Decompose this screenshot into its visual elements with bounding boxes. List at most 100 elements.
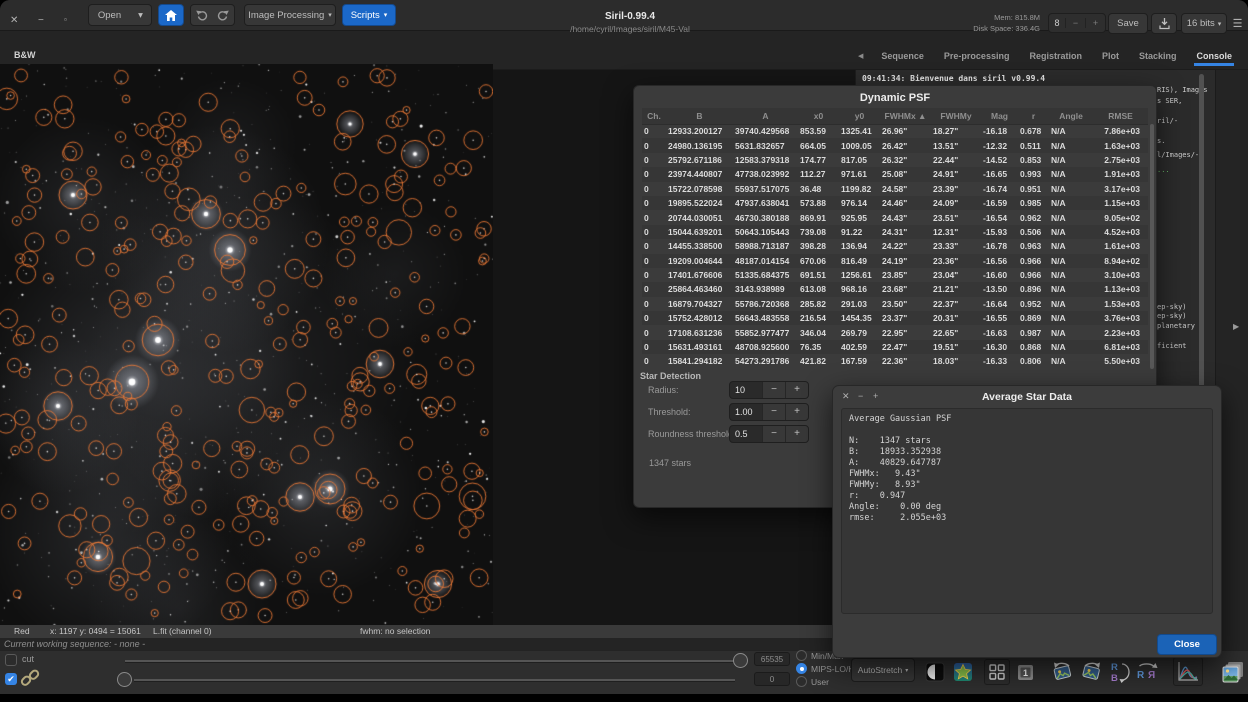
hi-slider[interactable] <box>125 660 735 663</box>
table-row[interactable]: 0 17108.631236 55852.977477 346.04 269.7… <box>642 325 1148 339</box>
table-row[interactable]: 0 12933.200127 39740.429568 853.59 1325.… <box>642 124 1148 138</box>
black-white-view-icon <box>925 662 945 682</box>
save-as-button[interactable] <box>1151 13 1177 34</box>
mirror-horizontal-button[interactable]: R Я <box>1134 658 1160 686</box>
threshold-spinbox[interactable]: 1.00 − + <box>729 403 809 421</box>
cell-x0: 670.06 <box>800 255 826 266</box>
column-header[interactable]: x0 <box>798 111 839 121</box>
window-close-icon[interactable]: ✕ <box>10 15 18 26</box>
window-maximize-icon[interactable]: ▫ <box>64 15 67 24</box>
threads-minus-button[interactable]: − <box>1065 18 1085 28</box>
psf-table-scrollbar[interactable] <box>1150 124 1154 369</box>
flip-vertical-button[interactable]: R B <box>1106 658 1132 686</box>
lo-value-box[interactable]: 0 <box>754 672 790 686</box>
cell-fwhmy: 18.27" <box>933 126 959 137</box>
tab-sequence[interactable]: Sequence <box>879 47 926 65</box>
tabs-scroll-left-icon[interactable]: ◀ <box>858 52 863 60</box>
column-header[interactable]: Mag <box>981 111 1018 121</box>
radius-minus-button[interactable]: − <box>762 382 785 398</box>
grid-view-button[interactable] <box>984 659 1010 685</box>
tab-stacking[interactable]: Stacking <box>1137 47 1179 65</box>
table-row[interactable]: 0 20744.030051 46730.380188 869.91 925.9… <box>642 210 1148 224</box>
tab-preprocessing[interactable]: Pre-processing <box>942 47 1012 65</box>
hi-value-box[interactable]: 65535 <box>754 652 790 666</box>
column-header[interactable]: B <box>666 111 733 121</box>
table-row[interactable]: 0 16879.704327 55786.720368 285.82 291.0… <box>642 297 1148 311</box>
table-row[interactable]: 0 23974.440807 47738.023992 112.27 971.6… <box>642 167 1148 182</box>
image-processing-button[interactable]: Image Processing ▾ <box>244 4 336 26</box>
single-view-button[interactable]: 1 <box>1013 659 1037 685</box>
tab-registration[interactable]: Registration <box>1027 47 1084 65</box>
tab-plot[interactable]: Plot <box>1100 47 1121 65</box>
close-button[interactable]: Close <box>1157 634 1217 655</box>
table-row[interactable]: 0 25864.463460 3143.938989 613.08 968.16… <box>642 282 1148 297</box>
histogram-button[interactable] <box>1173 657 1203 686</box>
column-header[interactable]: r <box>1018 111 1049 121</box>
table-row[interactable]: 0 19895.522024 47937.638041 573.88 976.1… <box>642 195 1148 211</box>
open-dropdown-button[interactable]: ▾ <box>130 4 152 26</box>
radius-plus-button[interactable]: + <box>785 382 808 398</box>
threads-plus-button[interactable]: + <box>1085 18 1105 28</box>
window-minimize-icon[interactable]: − <box>38 15 44 26</box>
roundness-plus-button[interactable]: + <box>785 426 808 442</box>
column-header[interactable]: FWHMy <box>931 111 981 121</box>
cell-b: 17108.631236 <box>668 327 723 338</box>
threshold-minus-button[interactable]: − <box>762 404 785 420</box>
rotate-ccw-button[interactable] <box>1050 658 1076 686</box>
column-header[interactable]: FWHMx ▲ <box>880 111 931 121</box>
autostretch-dropdown[interactable]: AutoStretch ▾ <box>851 658 915 682</box>
column-header[interactable]: RMSE <box>1093 111 1148 121</box>
starfield-image[interactable] <box>0 64 493 625</box>
radio-mips-lohi[interactable] <box>796 663 807 674</box>
open-button[interactable]: Open <box>88 4 131 26</box>
save-button[interactable]: Save <box>1108 13 1148 34</box>
table-row[interactable]: 0 14455.338500 58988.713187 398.28 136.9… <box>642 239 1148 253</box>
siril-window: ✕ − ▫ Open ▾ Image Processing ▾ Scripts … <box>0 0 1248 702</box>
negative-view-button[interactable] <box>923 659 947 685</box>
home-button[interactable] <box>158 4 184 26</box>
threads-stepper[interactable]: 8 − + <box>1048 13 1106 33</box>
tab-console[interactable]: Console <box>1194 47 1234 66</box>
table-row[interactable]: 0 15631.493161 48708.925600 76.35 402.59… <box>642 339 1148 355</box>
cell-x0: 36.48 <box>800 183 822 194</box>
cell-fwhmx: 24.31" <box>882 226 908 237</box>
threshold-plus-button[interactable]: + <box>785 404 808 420</box>
table-row[interactable]: 0 15841.294182 54273.291786 421.82 167.5… <box>642 354 1148 368</box>
column-header[interactable]: Ch. <box>642 111 666 121</box>
column-header[interactable]: A <box>733 111 798 121</box>
cell-fwhmy: 19.51" <box>933 342 959 353</box>
link-channels-icon[interactable] <box>19 667 41 694</box>
cell-a: 48708.925600 <box>735 342 790 353</box>
cell-fwhmx: 23.68" <box>882 284 908 295</box>
table-row[interactable]: 0 17401.676606 51335.684375 691.51 1256.… <box>642 268 1148 282</box>
expand-panel-icon[interactable]: ▶ <box>1233 322 1239 331</box>
table-row[interactable]: 0 19209.004644 48187.014154 670.06 816.4… <box>642 253 1148 268</box>
scripts-button[interactable]: Scripts ▾ <box>342 4 396 26</box>
rotate-cw-button[interactable] <box>1078 658 1104 686</box>
image-list-button[interactable] <box>1218 658 1246 686</box>
column-header[interactable]: Angle <box>1049 111 1093 121</box>
lo-slider-handle[interactable] <box>117 672 132 687</box>
undo-button[interactable] <box>190 4 213 26</box>
table-row[interactable]: 0 15044.639201 50643.105443 739.08 91.22… <box>642 224 1148 240</box>
star-detection-button[interactable] <box>951 659 975 685</box>
hi-slider-handle[interactable] <box>733 653 748 668</box>
table-row[interactable]: 0 25792.671186 12583.379318 174.77 817.0… <box>642 153 1148 167</box>
lo-slider[interactable] <box>134 679 735 682</box>
radius-spinbox[interactable]: 10 − + <box>729 381 809 399</box>
cell-y0: 817.05 <box>841 154 867 165</box>
window-title: Siril-0.99.4 <box>604 11 656 22</box>
bit-depth-dropdown[interactable]: 16 bits ▾ <box>1181 13 1227 34</box>
column-header[interactable]: y0 <box>839 111 880 121</box>
linked-checkbox[interactable]: ✔ <box>5 673 17 685</box>
cut-checkbox[interactable] <box>5 654 17 666</box>
roundness-minus-button[interactable]: − <box>762 426 785 442</box>
roundness-spinbox[interactable]: 0.5 − + <box>729 425 809 443</box>
radio-minmax[interactable] <box>796 650 807 661</box>
radio-user[interactable] <box>796 676 807 687</box>
table-row[interactable]: 0 15752.428012 56643.483558 216.54 1454.… <box>642 311 1148 326</box>
menu-button[interactable]: ☰ <box>1230 13 1245 34</box>
redo-button[interactable] <box>212 4 235 26</box>
table-row[interactable]: 0 15722.078598 55937.517075 36.48 1199.8… <box>642 182 1148 196</box>
table-row[interactable]: 0 24980.136195 5631.832657 664.05 1009.0… <box>642 138 1148 153</box>
